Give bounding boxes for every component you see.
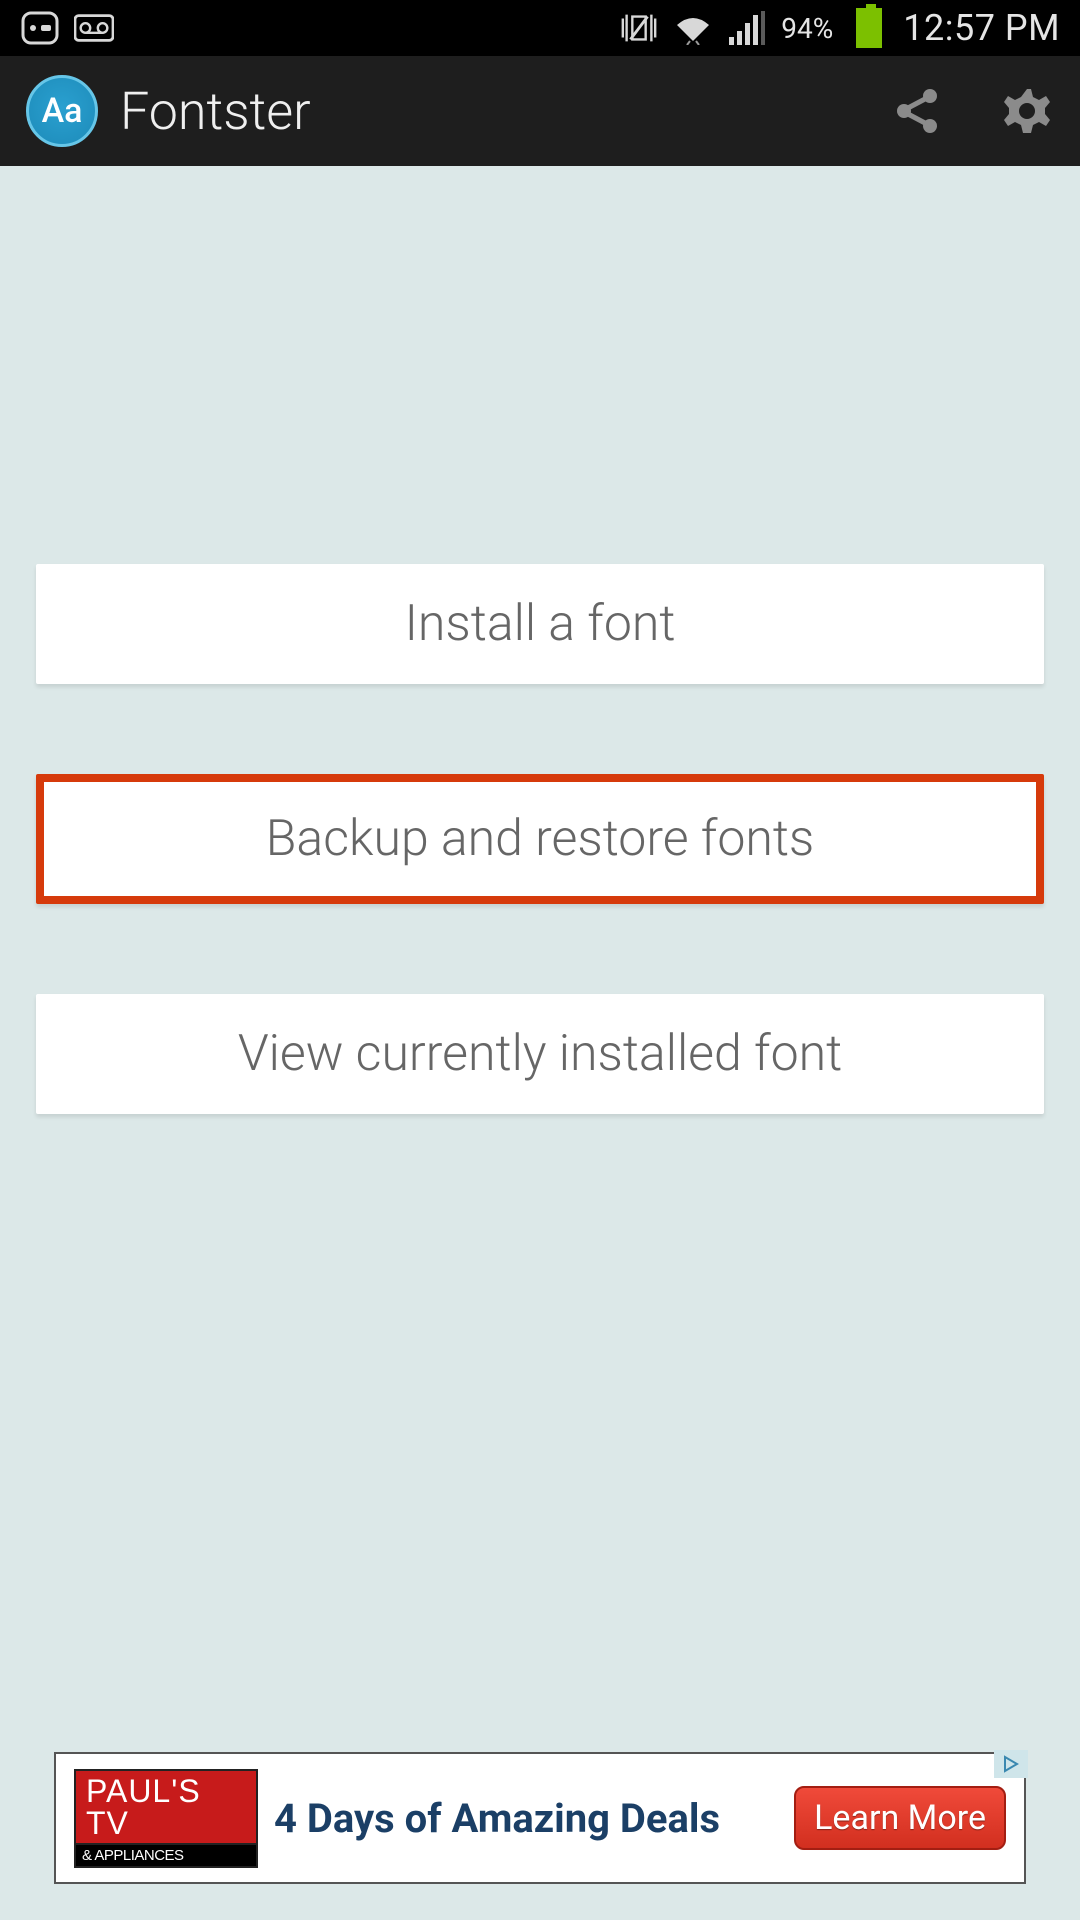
backup-restore-button[interactable]: Backup and restore fonts [36, 774, 1044, 904]
voicemail-icon [74, 11, 114, 45]
battery-percentage: 94% [781, 12, 833, 45]
menu-card-stack: Install a font Backup and restore fonts … [36, 564, 1044, 1204]
notification-icon [20, 11, 60, 45]
install-font-label: Install a font [405, 595, 676, 653]
backup-restore-label: Backup and restore fonts [266, 810, 815, 868]
clock-time: 12:57 PM [903, 7, 1060, 49]
main-content: Install a font Backup and restore fonts … [0, 166, 1080, 1920]
view-installed-label: View currently installed font [238, 1025, 842, 1083]
vibrate-icon [619, 11, 659, 45]
signal-icon [727, 11, 767, 45]
ad-learn-more-button[interactable]: Learn More [794, 1786, 1006, 1850]
app-logo-text: Aa [42, 91, 83, 131]
ad-logo: PAUL'S TV & APPLIANCES [74, 1769, 258, 1868]
view-installed-button[interactable]: View currently installed font [36, 994, 1044, 1114]
status-left-icons [20, 11, 114, 45]
share-button[interactable] [890, 84, 944, 138]
ad-learn-more-label: Learn More [814, 1798, 986, 1838]
install-font-button[interactable]: Install a font [36, 564, 1044, 684]
ad-text: 4 Days of Amazing Deals [274, 1795, 720, 1842]
ad-logo-top: PAUL'S TV [74, 1769, 258, 1845]
app-bar: Aa Fontster [0, 56, 1080, 166]
ad-banner[interactable]: PAUL'S TV & APPLIANCES 4 Days of Amazing… [54, 1752, 1026, 1884]
status-right-icons: 94% 12:57 PM [619, 7, 1060, 49]
share-icon [892, 86, 942, 136]
ad-adchoices-icon[interactable] [994, 1750, 1028, 1778]
app-logo-icon: Aa [26, 75, 98, 147]
ad-logo-bottom: & APPLIANCES [74, 1845, 258, 1868]
settings-button[interactable] [1000, 84, 1054, 138]
battery-icon [849, 11, 889, 45]
gear-icon [1001, 85, 1053, 137]
wifi-icon [673, 11, 713, 45]
status-bar: 94% 12:57 PM [0, 0, 1080, 56]
app-title: Fontster [120, 81, 311, 142]
